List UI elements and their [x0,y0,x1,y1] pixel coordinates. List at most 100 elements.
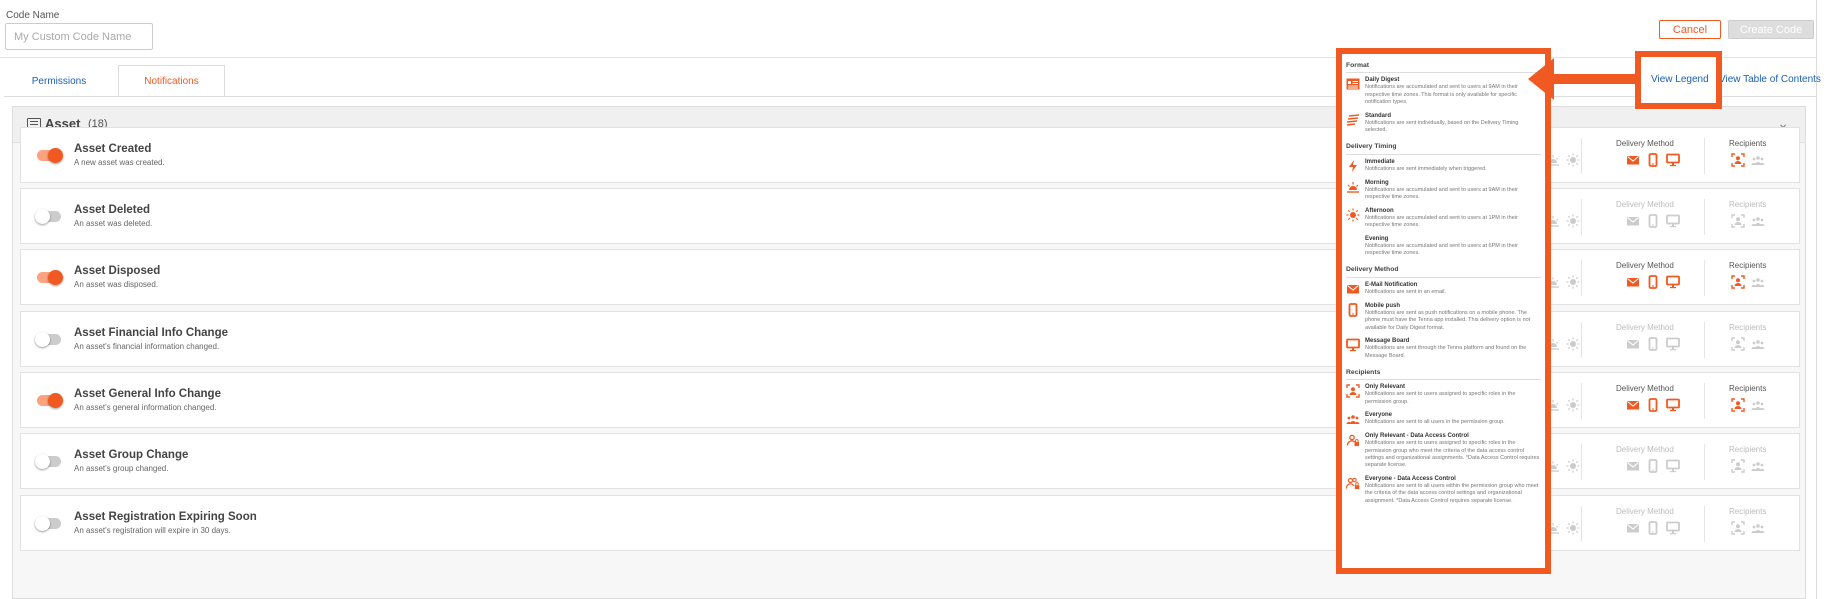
column-divider [1704,199,1705,235]
sun-icon[interactable] [1566,521,1580,535]
monitor-icon[interactable] [1666,521,1680,535]
column-header-method: Delivery Method [1616,323,1674,332]
monitor-icon[interactable] [1666,398,1680,412]
group-icon[interactable] [1751,337,1765,351]
legend-item: Standard Notifications are sent individua… [1346,112,1541,135]
legend-item-desc: Notifications are sent in an email. [1365,288,1447,295]
moon-icon[interactable] [1586,398,1600,412]
group-icon[interactable] [1751,214,1765,228]
moon-icon[interactable] [1586,337,1600,351]
enable-toggle[interactable] [37,270,63,285]
mobile-icon[interactable] [1646,275,1660,289]
legend-item-title: Standard [1365,112,1392,119]
sunrise-icon [1346,180,1361,193]
email-icon [1346,282,1361,295]
legend-item: Everyone - Data Access Control Notificati… [1345,475,1541,505]
moon-icon[interactable] [1586,214,1600,228]
group-icon[interactable] [1751,459,1765,473]
monitor-icon[interactable] [1666,214,1680,228]
row-description: An asset's financial information changed… [74,342,220,351]
monitor-icon[interactable] [1666,275,1680,289]
enable-toggle[interactable] [35,454,61,469]
legend-item-title: Mobile push [1365,302,1400,309]
row-description: An asset's general information changed. [74,403,217,412]
view-toc-link[interactable]: View Table of Contents [1719,74,1821,85]
sun-icon[interactable] [1566,398,1580,412]
email-icon[interactable] [1626,214,1640,228]
email-icon[interactable] [1626,459,1640,473]
legend-item-title: E-Mail Notification [1365,281,1418,288]
relevant-user-icon[interactable] [1731,214,1745,228]
toggle-knob [35,332,50,347]
enable-toggle[interactable] [37,393,63,408]
group-icon[interactable] [1751,398,1765,412]
legend-item-desc: Notifications are accumulated and sent t… [1365,84,1518,106]
page-border [1816,0,1817,599]
sun-icon[interactable] [1566,153,1580,167]
legend-item: Everyone Notifications are sent to all us… [1346,411,1541,427]
toggle-knob [35,516,50,531]
enable-toggle[interactable] [37,148,63,163]
moon-icon[interactable] [1586,521,1600,535]
relevant-user-icon[interactable] [1731,398,1745,412]
mobile-icon[interactable] [1646,459,1660,473]
legend-item: Evening Notifications are accumulated and… [1346,235,1541,258]
row-title: Asset Deleted [74,204,151,216]
tab-permissions[interactable]: Permissions [4,65,114,97]
email-icon[interactable] [1626,337,1640,351]
view-legend-link-highlighted[interactable]: View Legend [1651,74,1709,85]
relevant-user-icon[interactable] [1731,459,1745,473]
standard-icon [1346,113,1361,126]
mobile-icon[interactable] [1646,521,1660,535]
group-icon[interactable] [1751,153,1765,167]
group-icon[interactable] [1751,521,1765,535]
mobile-icon [1346,302,1361,317]
legend-item-title: Evening [1365,235,1389,242]
relevant-user-icon[interactable] [1731,337,1745,351]
mobile-icon[interactable] [1646,153,1660,167]
daily-digest-icon [1346,77,1361,90]
mobile-icon[interactable] [1646,398,1660,412]
moon-icon[interactable] [1586,153,1600,167]
enable-toggle[interactable] [35,516,61,531]
moon-icon[interactable] [1586,459,1600,473]
tab-notifications[interactable]: Notifications [118,65,225,97]
legend-content: Format Daily Digest Notifications are accu… [1345,58,1541,510]
sun-icon[interactable] [1566,275,1580,289]
relevant-user-icon[interactable] [1731,521,1745,535]
monitor-icon[interactable] [1666,153,1680,167]
legend-item-title: Morning [1365,179,1389,186]
moon-icon[interactable] [1586,275,1600,289]
sun-icon[interactable] [1566,337,1580,351]
email-icon[interactable] [1626,521,1640,535]
row-description: An asset's group changed. [74,464,169,473]
legend-item-title: Afternoon [1365,207,1394,214]
relevant-user-icon[interactable] [1731,153,1745,167]
row-description: A new asset was created. [74,158,165,167]
group-icon[interactable] [1751,275,1765,289]
cancel-button[interactable]: Cancel [1659,20,1721,39]
row-title: Asset Group Change [74,449,189,461]
legend-heading-timing: Delivery Timing [1346,139,1541,155]
monitor-icon[interactable] [1666,459,1680,473]
column-header-method: Delivery Method [1616,139,1674,148]
legend-item-desc: Notifications are sent to all users with… [1365,482,1539,504]
row-description: An asset was disposed. [74,280,159,289]
email-icon[interactable] [1626,275,1640,289]
lightning-icon [1346,159,1361,172]
callout-arrow-shaft [1542,74,1637,84]
enable-toggle[interactable] [35,209,61,224]
sun-icon[interactable] [1566,459,1580,473]
mobile-icon[interactable] [1646,214,1660,228]
code-name-input[interactable] [5,23,153,50]
monitor-icon[interactable] [1666,337,1680,351]
email-icon[interactable] [1626,398,1640,412]
legend-item-desc: Notifications are sent immediately when … [1365,165,1487,172]
enable-toggle[interactable] [35,332,61,347]
mobile-icon[interactable] [1646,337,1660,351]
legend-item-desc: Notifications are sent to all users in t… [1365,419,1505,426]
create-code-button[interactable]: Create Code [1728,20,1814,39]
sun-icon[interactable] [1566,214,1580,228]
email-icon[interactable] [1626,153,1640,167]
relevant-user-icon[interactable] [1731,275,1745,289]
